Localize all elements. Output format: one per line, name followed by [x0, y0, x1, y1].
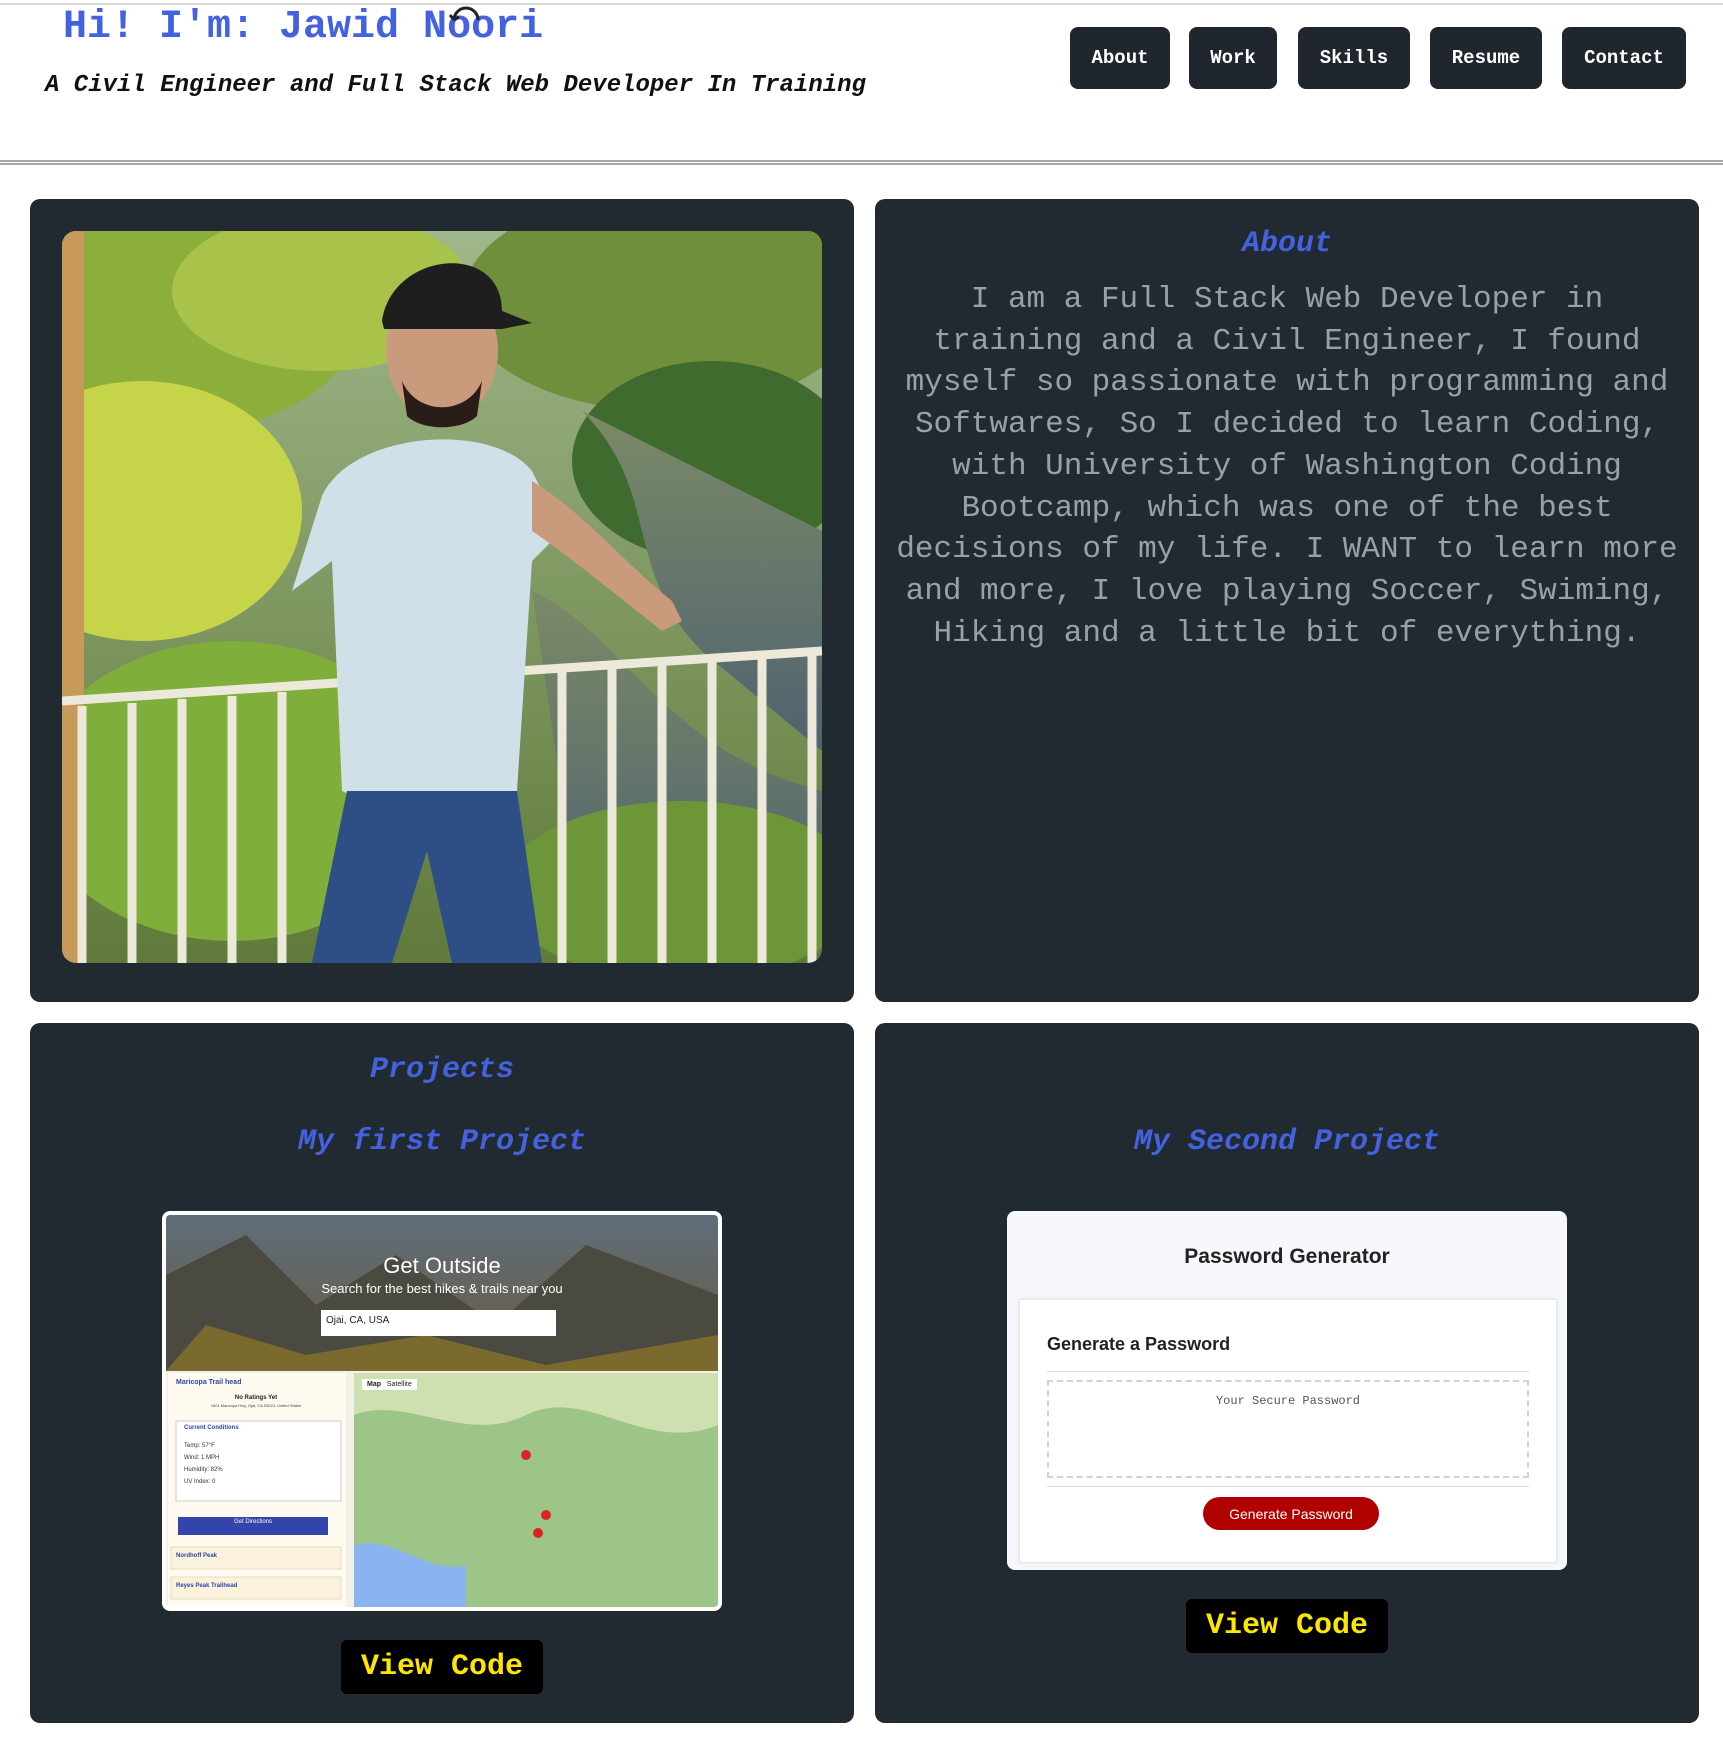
hike-map-tabs: Map Satellite: [362, 1379, 417, 1390]
hike-satellite-tab: Satellite: [386, 1381, 412, 1388]
hike-trail-2: Nordhoff Peak: [176, 1553, 218, 1559]
hike-app-search-value: Ojai, CA, USA: [326, 1315, 390, 1326]
hike-uv: UV Index: 0: [184, 1479, 216, 1485]
project-card-first: Projects My first Project Get Outside Se…: [30, 1023, 854, 1723]
hike-app-subtitle: Search for the best hikes & trails near …: [321, 1281, 563, 1296]
pw-output: Your Secure Password: [1047, 1380, 1529, 1478]
project-title-second: My Second Project: [1133, 1125, 1441, 1159]
busy-cursor-icon: [448, 6, 480, 22]
hike-wind: Wind: 1 MPH: [184, 1455, 220, 1461]
about-text: I am a Full Stack Web Developer in train…: [896, 282, 1678, 651]
hike-humidity: Humidity: 82%: [184, 1467, 223, 1473]
header-divider: [0, 160, 1723, 165]
nav-contact-button[interactable]: Contact: [1562, 27, 1686, 89]
profile-photo-card: [30, 199, 854, 1002]
view-code-button-first[interactable]: View Code: [341, 1640, 543, 1694]
pw-generate-button: Generate Password: [1203, 1497, 1379, 1530]
site-header: Hi! I'm: Jawid Noori A Civil Engineer an…: [0, 0, 1723, 165]
hike-trail-3: Reyes Peak Trailhead: [176, 1583, 238, 1589]
project-title-first: My first Project: [297, 1125, 587, 1159]
hike-app-title: Get Outside: [383, 1253, 501, 1278]
hike-map-tab: Map: [367, 1381, 381, 1388]
pw-divider-bottom: [1047, 1486, 1529, 1487]
hike-directions-button: Get Directions: [233, 1519, 272, 1525]
hike-conditions-title: Current Conditions: [184, 1425, 239, 1431]
nav-about-button[interactable]: About: [1070, 27, 1170, 89]
hike-trail-1: Maricopa Trail head: [176, 1379, 242, 1386]
hike-rating: No Ratings Yet: [234, 1395, 278, 1401]
projects-heading: Projects: [369, 1053, 515, 1087]
hike-temp: Temp: 57°F: [184, 1443, 215, 1449]
about-heading: About: [1241, 227, 1332, 261]
pw-card: Generate a Password Your Secure Password…: [1019, 1299, 1557, 1563]
pw-app-title: Password Generator: [1184, 1245, 1390, 1268]
profile-photo: [62, 231, 822, 963]
view-code-button-second[interactable]: View Code: [1186, 1599, 1388, 1653]
about-card: About I am a Full Stack Web Developer in…: [875, 199, 1699, 1002]
page-subtitle: A Civil Engineer and Full Stack Web Deve…: [45, 72, 866, 99]
nav-work-button[interactable]: Work: [1189, 27, 1277, 89]
pw-divider-top: [1047, 1371, 1529, 1372]
project-card-second: My Second Project Password Generator Gen…: [875, 1023, 1699, 1723]
hike-address: 1601 Maricopa Hwy, Ojai, CA 93023, Unite…: [210, 1403, 302, 1408]
nav-resume-button[interactable]: Resume: [1430, 27, 1542, 89]
hike-conditions: Temp: 57°F Wind: 1 MPH Humidity: 82% UV …: [184, 1440, 223, 1488]
nav-skills-button[interactable]: Skills: [1298, 27, 1410, 89]
project-screenshot-first[interactable]: Get Outside Search for the best hikes & …: [162, 1211, 722, 1611]
pw-card-title: Generate a Password: [1047, 1334, 1231, 1354]
project-screenshot-second[interactable]: Password Generator Generate a Password Y…: [1007, 1211, 1567, 1570]
